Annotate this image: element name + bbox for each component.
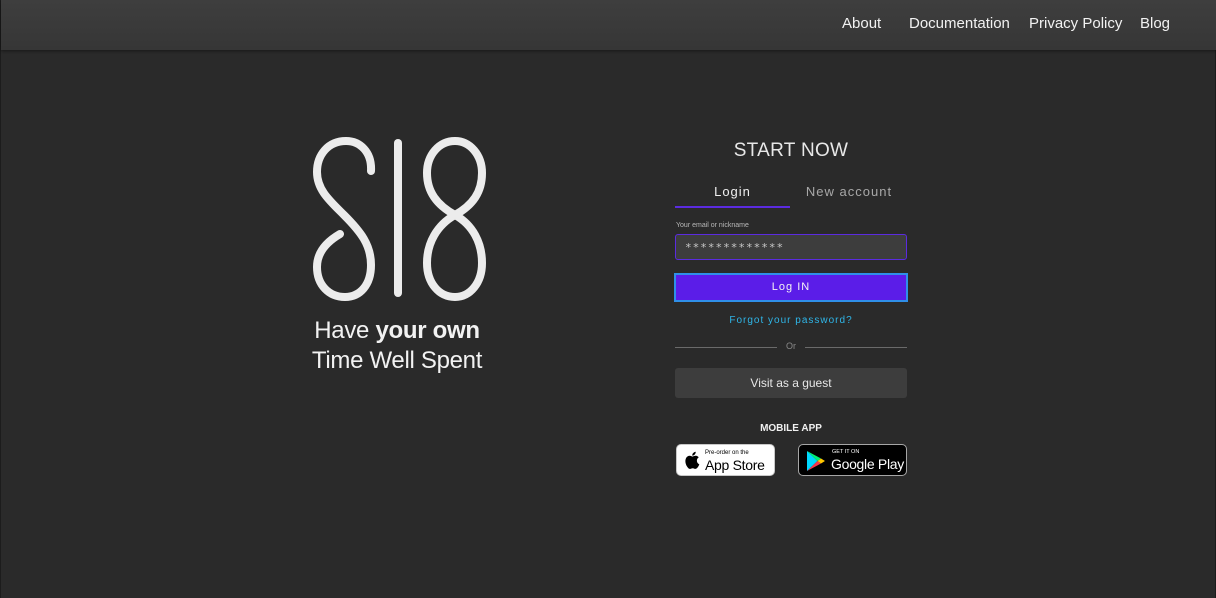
google-play-badge[interactable]: GET IT ON Google Play — [798, 444, 907, 476]
tagline-line-2: Time Well Spent — [311, 347, 483, 374]
form-title: START NOW — [733, 140, 849, 161]
tab-login[interactable]: Login — [675, 184, 790, 208]
divider-or: Or — [786, 341, 796, 351]
google-play-big-text: Google Play — [831, 456, 904, 472]
nav-privacy-policy-link[interactable]: Privacy Policy — [1029, 15, 1122, 32]
apple-icon — [685, 451, 700, 469]
email-field-label: Your email or nickname — [676, 222, 749, 229]
top-navigation: About Documentation Privacy Policy Blog — [1, 0, 1216, 50]
divider-line-right — [805, 347, 907, 348]
login-page: About Documentation Privacy Policy Blog … — [0, 0, 1216, 598]
nav-blog-link[interactable]: Blog — [1140, 15, 1170, 32]
nav-documentation-link[interactable]: Documentation — [909, 15, 1010, 32]
tab-new-account[interactable]: New account — [791, 184, 907, 206]
tagline-line-1: Have your own — [297, 316, 497, 346]
login-button[interactable]: Log IN — [674, 273, 908, 302]
brand-logo — [313, 137, 486, 301]
app-store-small-text: Pre-order on the — [705, 450, 749, 456]
brand-tagline: Have your own Time Well Spent — [297, 316, 497, 376]
google-play-small-text: GET IT ON — [832, 449, 860, 455]
email-field[interactable] — [675, 234, 907, 260]
app-store-big-text: App Store — [705, 457, 765, 473]
guest-button[interactable]: Visit as a guest — [675, 368, 907, 398]
tagline-bold: your own — [375, 317, 480, 344]
google-play-icon — [807, 451, 825, 471]
tagline-prefix: Have — [314, 317, 376, 344]
mobile-app-title: MOBILE APP — [760, 423, 822, 434]
app-store-badge[interactable]: Pre-order on the App Store — [676, 444, 775, 476]
forgot-password-link[interactable]: Forgot your password? — [675, 315, 907, 326]
nav-about-link[interactable]: About — [842, 15, 881, 32]
divider-line-left — [675, 347, 777, 348]
